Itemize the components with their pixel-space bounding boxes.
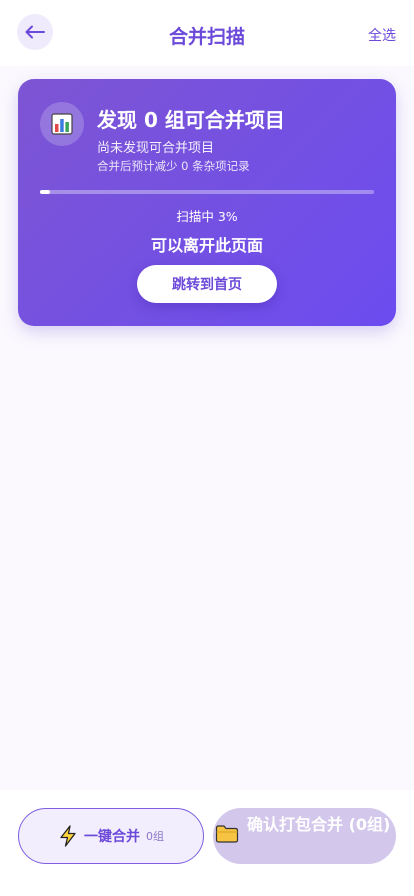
confirm-pack-merge-label: 确认打包合并 (0组) <box>247 815 391 834</box>
scan-progress-bar <box>40 190 374 194</box>
one-click-merge-label: 一键合并 <box>84 829 140 845</box>
merge-group-count: 0组 <box>146 830 164 843</box>
scan-progress-fill <box>40 190 51 194</box>
leave-page-note: 可以离开此页面 <box>150 236 263 255</box>
no-groups-subtitle: 尚未发现可合并项目 <box>97 141 215 156</box>
bottom-action-bar: 一键合并 0组 确认打包合并 (0组) <box>0 790 414 896</box>
go-home-button[interactable]: 跳转到首页 <box>137 265 277 303</box>
page-title: 合并扫描 <box>168 26 245 48</box>
scan-status-text: 扫描中 3% <box>176 209 238 224</box>
groups-found-title: 发现 0 组可合并项目 <box>97 108 285 132</box>
confirm-pack-merge-button[interactable]: 确认打包合并 (0组) <box>213 808 396 864</box>
top-bar: 合并扫描 全选 <box>0 0 414 66</box>
one-click-merge-button[interactable]: 一键合并 0组 <box>18 808 204 864</box>
select-all-button[interactable]: 全选 <box>368 25 396 45</box>
lightning-icon <box>60 825 76 847</box>
scan-summary-card: 发现 0 组可合并项目 尚未发现可合并项目 合并后预计减少 0 条杂项记录 扫描… <box>18 79 396 326</box>
folder-icon <box>215 825 239 843</box>
bar-chart-icon <box>40 102 84 146</box>
reduction-hint: 合并后预计减少 0 条杂项记录 <box>97 159 250 173</box>
